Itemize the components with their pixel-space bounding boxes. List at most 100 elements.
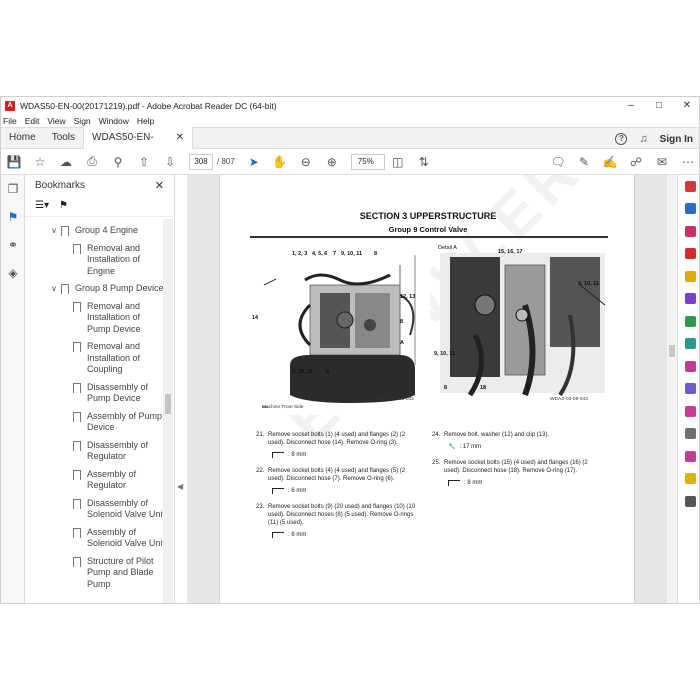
chevron-down-icon[interactable]: ∨ bbox=[49, 225, 59, 237]
list-item[interactable]: ∨ Group 4 Engine bbox=[25, 225, 165, 237]
search-tool-icon[interactable] bbox=[678, 175, 699, 198]
create-pdf-icon[interactable] bbox=[678, 220, 699, 243]
collapse-panel-icon[interactable]: ◀ bbox=[177, 482, 183, 491]
page-down-icon[interactable]: ⇩ bbox=[162, 154, 178, 170]
print-icon[interactable]: ⎙ bbox=[84, 154, 100, 170]
list-item[interactable]: Removal and Installation of Engine bbox=[25, 243, 165, 278]
callout-label: 8 bbox=[526, 385, 530, 391]
protect-icon[interactable] bbox=[678, 378, 699, 401]
tab-bar: Home Tools WDAS50-EN-00(20... ✕ ? ♫ Sign… bbox=[1, 127, 699, 165]
chevron-down-icon[interactable]: ∨ bbox=[49, 283, 59, 295]
callout-label: 1, 2, 3 bbox=[292, 251, 308, 257]
save-icon[interactable]: 💾 bbox=[6, 154, 22, 170]
scroll-thumb[interactable] bbox=[165, 394, 171, 414]
combine-files-icon[interactable] bbox=[678, 288, 699, 311]
help-icon[interactable]: ? bbox=[615, 133, 628, 145]
sign-icon[interactable]: ✍ bbox=[602, 154, 618, 170]
list-item[interactable]: Assembly of Regulator bbox=[25, 469, 165, 492]
print-production-icon[interactable] bbox=[678, 423, 699, 446]
more-tools-icon[interactable] bbox=[678, 490, 699, 513]
page-number-input[interactable]: 308 bbox=[189, 153, 213, 170]
callout-label: 8 bbox=[444, 385, 448, 391]
toolbar: 💾 ☆ ☁ ⎙ ⚲ ⇧ ⇩ 308 / 807 ➤ ✋ ⊖ ⊕ 75% ◫ ⇅ … bbox=[1, 149, 699, 175]
zoom-out-icon[interactable]: ⊖ bbox=[298, 154, 314, 170]
list-item[interactable]: Disassembly of Pump Device bbox=[25, 382, 165, 405]
tools-pane bbox=[677, 175, 699, 603]
list-item[interactable]: ∨ Group 8 Pump Device bbox=[25, 283, 165, 295]
tab-document[interactable]: WDAS50-EN-00(20... ✕ bbox=[83, 127, 194, 165]
scroll-thumb[interactable] bbox=[669, 345, 675, 357]
comment-tool-icon[interactable] bbox=[678, 265, 699, 288]
tab-close-icon[interactable]: ✕ bbox=[176, 127, 184, 149]
sign-in-button[interactable]: Sign In bbox=[660, 134, 693, 145]
zoom-in-icon[interactable]: ⊕ bbox=[324, 154, 340, 170]
zoom-select[interactable]: 75% bbox=[350, 153, 385, 170]
page-thumbnails-icon[interactable]: ❐ bbox=[1, 175, 25, 203]
page-count: / 807 bbox=[217, 157, 235, 166]
callout-label: A bbox=[400, 340, 404, 346]
list-item[interactable]: Assembly of Pump Device bbox=[25, 411, 165, 434]
list-item[interactable]: Removal and Installation of Pump Device bbox=[25, 301, 165, 336]
list-item[interactable]: Structure of Pilot Pump and Blade Pump bbox=[25, 556, 165, 591]
hex-wrench-spec: : 6 mm bbox=[272, 531, 416, 539]
prepare-form-icon[interactable] bbox=[678, 400, 699, 423]
search-icon[interactable]: ⚲ bbox=[110, 154, 126, 170]
list-item[interactable]: Removal and Installation of Coupling bbox=[25, 341, 165, 376]
close-panel-icon[interactable]: ✕ bbox=[155, 179, 164, 192]
fit-page-icon[interactable]: ◫ bbox=[390, 154, 406, 170]
select-cursor-icon[interactable]: ➤ bbox=[246, 154, 262, 170]
hex-wrench-spec: : 6 mm bbox=[272, 487, 416, 495]
hex-wrench-icon bbox=[272, 532, 284, 538]
options-menu-icon[interactable]: ☰▾ bbox=[35, 200, 49, 211]
menu-window[interactable]: Window bbox=[99, 116, 129, 126]
menu-help[interactable]: Help bbox=[137, 116, 154, 126]
send-signature-icon[interactable] bbox=[678, 445, 699, 468]
callout-label: 8 bbox=[374, 251, 378, 257]
close-icon[interactable]: ✕ bbox=[673, 97, 699, 115]
hand-tool-icon[interactable]: ✋ bbox=[272, 154, 288, 170]
email-icon[interactable]: ✉ bbox=[654, 154, 670, 170]
stamp-icon[interactable] bbox=[678, 468, 699, 491]
fill-sign-icon[interactable] bbox=[678, 355, 699, 378]
menu-sign[interactable]: Sign bbox=[74, 116, 91, 126]
tab-tools[interactable]: Tools bbox=[44, 127, 83, 149]
left-rail: ❐ ⚑ ⚭ ◈ bbox=[1, 175, 25, 603]
organize-pages-icon[interactable] bbox=[678, 310, 699, 333]
menu-edit[interactable]: Edit bbox=[25, 116, 40, 126]
bookmark-icon bbox=[73, 342, 81, 352]
bookmarks-scrollbar[interactable] bbox=[163, 219, 173, 603]
menu-file[interactable]: File bbox=[3, 116, 17, 126]
list-item[interactable]: Disassembly of Regulator bbox=[25, 440, 165, 463]
list-item[interactable]: Disassembly of Solenoid Valve Unit bbox=[25, 498, 165, 521]
callout-label: 8 bbox=[400, 319, 404, 325]
more-icon[interactable]: ⋯ bbox=[680, 154, 696, 170]
bell-icon[interactable]: ♫ bbox=[639, 133, 647, 145]
link-icon[interactable]: ☍ bbox=[628, 154, 644, 170]
detail-label: Detail A bbox=[438, 245, 457, 251]
scroll-mode-icon[interactable]: ⇅ bbox=[416, 154, 432, 170]
menu-view[interactable]: View bbox=[47, 116, 65, 126]
cloud-upload-icon[interactable]: ☁ bbox=[58, 154, 74, 170]
layers-icon[interactable]: ◈ bbox=[1, 259, 25, 287]
bookmark-star-icon[interactable]: ☆ bbox=[32, 154, 48, 170]
attachments-icon[interactable]: ⚭ bbox=[1, 231, 25, 259]
pdf-page: E-WWW.ERPA.COM SECTION 3 UPPERSTRUCTURE … bbox=[219, 175, 635, 603]
list-item[interactable]: Assembly of Solenoid Valve Unit bbox=[25, 527, 165, 550]
bookmarks-icon[interactable]: ⚑ bbox=[1, 203, 25, 231]
page-up-icon[interactable]: ⇧ bbox=[136, 154, 152, 170]
export-pdf-icon[interactable] bbox=[678, 198, 699, 221]
find-bookmark-icon[interactable]: ⚑ bbox=[59, 200, 68, 211]
maximize-icon[interactable]: □ bbox=[645, 97, 673, 115]
minimize-icon[interactable]: – bbox=[617, 97, 645, 115]
highlight-icon[interactable]: ✎ bbox=[576, 154, 592, 170]
tab-home[interactable]: Home bbox=[1, 127, 44, 149]
document-scrollbar[interactable] bbox=[667, 175, 677, 603]
menu-bar: File Edit View Sign Window Help bbox=[1, 115, 699, 127]
comment-icon[interactable]: 🗨 bbox=[550, 154, 566, 170]
edit-pdf-icon[interactable] bbox=[678, 243, 699, 266]
pdf-icon: A bbox=[5, 101, 15, 111]
machine-front-caption: Machine Front Side bbox=[262, 405, 304, 410]
scan-ocr-icon[interactable] bbox=[678, 333, 699, 356]
bookmark-icon bbox=[73, 556, 81, 567]
callout-label: 8 bbox=[326, 369, 330, 375]
